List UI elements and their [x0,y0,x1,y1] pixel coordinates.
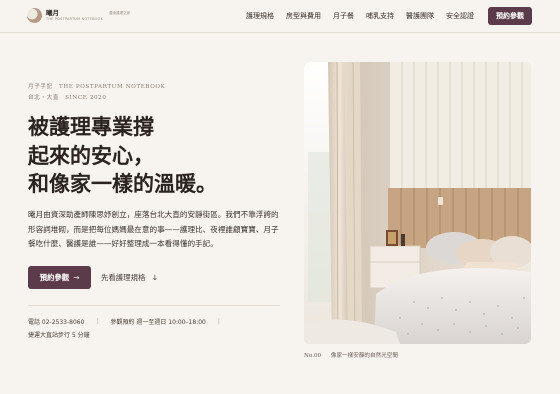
arrow-down-icon: ↓ [151,273,158,282]
nav-item-medical-team[interactable]: 醫護團隊 [406,11,434,21]
caption-text: 像家一樣安靜的自然光空間 [330,353,398,359]
nav-item-meals[interactable]: 月子餐 [333,11,354,21]
contact-info: 電話 02-2533-8060 | 參觀預約 週一至週日 10:00–18:00… [28,317,232,326]
logo-text: 曦月 THE POSTPARTUM NOTEBOOK [46,10,103,21]
book-visit-label: 預約參觀 [39,273,70,282]
brand-subtitle: THE POSTPARTUM NOTEBOOK [46,16,104,21]
arrow-right-icon: → [73,273,80,282]
contact-phone[interactable]: 電話 02-2533-8060 [28,317,84,326]
hero-location: 台北・大直 SINCE 2020 [28,95,107,101]
nav-item-breastfeeding[interactable]: 哺乳支持 [366,11,394,21]
view-care-specs-link[interactable]: 先看護理規格 ↓ [101,272,158,283]
hero-body: 曦月由資深助產師陳思妤創立，座落台北大直的安靜街區。我們不靠浮誇的形容詞堆砌，而… [28,210,279,248]
headline-line-2: 起來的安心， [28,142,154,168]
contact-divider [28,305,280,306]
site-header: 曦月 THE POSTPARTUM NOTEBOOK 產後護理之家 護理規格 房… [0,0,560,33]
headline-line-3: 和像家一樣的溫暖。 [28,171,217,196]
main-nav: 護理規格 房型與費用 月子餐 哺乳支持 醫護團隊 安全認證 預約參觀 [234,7,532,25]
headline-line-1: 被護理專業撐 [28,114,154,139]
contact-hours: 參觀預約 週一至週日 10:00–18:00 [110,319,206,326]
hero-headline: 被護理專業撐 起來的安心， 和像家一樣的溫暖。 [28,113,258,199]
hero-eyebrow: 月子手記 THE POSTPARTUM NOTEBOOK [28,84,166,90]
separator: | [217,318,220,325]
brand-name: 曦月 [46,9,59,17]
book-visit-button[interactable]: 預約參觀 → [28,266,91,289]
view-care-specs-label: 先看護理規格 [101,273,146,282]
logo-mark-icon [27,8,42,23]
nav-item-rooms-pricing[interactable]: 房型與費用 [286,11,321,21]
photo-caption: No.00 像家一樣安靜的自然光空間 [304,351,398,359]
brand-tagline: 產後護理之家 [109,11,131,15]
brand-logo[interactable]: 曦月 THE POSTPARTUM NOTEBOOK 產後護理之家 [27,8,130,23]
nav-item-care-specs[interactable]: 護理規格 [246,11,274,21]
nav-item-safety[interactable]: 安全認證 [446,11,474,21]
room-photo [304,62,531,344]
caption-number: No.00 [304,353,322,359]
contact-walk: 捷運大直站步行 5 分鐘 [28,332,90,339]
nav-book-visit-button[interactable]: 預約參觀 [488,7,532,25]
separator: | [96,318,99,325]
